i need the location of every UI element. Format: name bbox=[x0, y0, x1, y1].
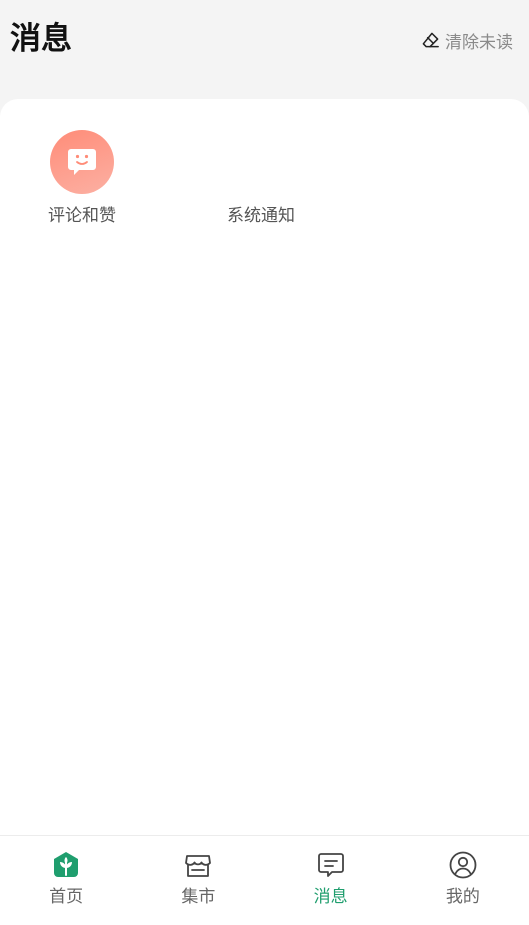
message-panel: 评论和赞 系统通知 bbox=[0, 99, 529, 835]
eraser-icon bbox=[421, 31, 440, 50]
tab-market-label: 集市 bbox=[181, 887, 216, 907]
bottom-tab-bar: 首页 集市 消息 我的 bbox=[0, 835, 529, 925]
system-notification-icon bbox=[229, 130, 293, 194]
chat-smile-icon bbox=[50, 130, 114, 194]
tab-profile[interactable]: 我的 bbox=[397, 836, 529, 925]
store-icon bbox=[182, 849, 214, 881]
page-header: 消息 清除未读 bbox=[0, 0, 529, 100]
page-title: 消息 bbox=[10, 21, 72, 57]
tab-messages-label: 消息 bbox=[313, 887, 348, 907]
tab-home[interactable]: 首页 bbox=[0, 836, 132, 925]
tab-home-label: 首页 bbox=[49, 887, 84, 907]
category-system-notifications[interactable]: 系统通知 bbox=[213, 130, 309, 228]
user-icon bbox=[447, 849, 479, 881]
category-comments-likes[interactable]: 评论和赞 bbox=[34, 130, 130, 228]
tab-profile-label: 我的 bbox=[445, 887, 480, 907]
category-label: 系统通知 bbox=[227, 206, 295, 226]
message-icon bbox=[315, 849, 347, 881]
home-plant-icon bbox=[50, 849, 82, 881]
clear-unread-label: 清除未读 bbox=[445, 32, 513, 53]
clear-unread-button[interactable]: 清除未读 bbox=[421, 28, 513, 53]
category-label: 评论和赞 bbox=[48, 206, 116, 226]
tab-messages[interactable]: 消息 bbox=[265, 836, 397, 925]
tab-market[interactable]: 集市 bbox=[132, 836, 264, 925]
